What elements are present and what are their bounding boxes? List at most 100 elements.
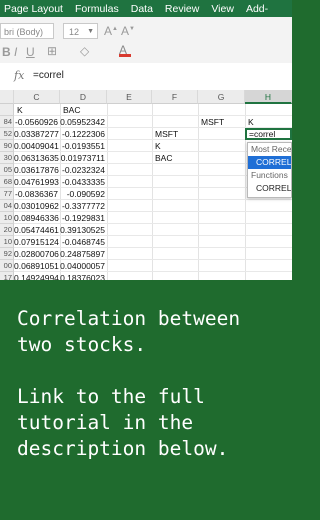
cell-f[interactable]: K (152, 140, 198, 152)
row-header[interactable]: 00 (0, 260, 14, 272)
cell-h[interactable]: K (245, 116, 292, 128)
row-header[interactable]: 10 (0, 212, 14, 224)
cell-g[interactable] (198, 164, 245, 176)
cell-d[interactable]: 0.39130525 (60, 224, 107, 236)
cell-c[interactable]: 0.05474461 (14, 224, 60, 236)
tab-review[interactable]: Review (165, 3, 199, 15)
cell-h[interactable] (245, 260, 292, 272)
cell-d[interactable]: BAC (60, 104, 107, 116)
column-header-f[interactable]: F (152, 90, 198, 104)
column-header-d[interactable]: D (60, 90, 107, 104)
cell-d[interactable]: -0.090592 (60, 188, 107, 200)
cell-e[interactable] (107, 248, 152, 260)
cell-f[interactable] (152, 212, 198, 224)
cell-c[interactable]: 0.03617876 (14, 164, 60, 176)
cell-g[interactable] (198, 188, 245, 200)
cell-f[interactable]: MSFT (152, 128, 198, 140)
cell-g[interactable] (198, 152, 245, 164)
italic-icon[interactable]: I (14, 45, 17, 59)
tab-view[interactable]: View (211, 3, 234, 15)
tab-add-ins[interactable]: Add- (246, 3, 268, 15)
cell-c[interactable]: -0.0836367 (14, 188, 60, 200)
cell-c[interactable]: 0.03010962 (14, 200, 60, 212)
cell-e[interactable] (107, 236, 152, 248)
font-color-icon[interactable]: A (119, 43, 131, 57)
cell-g[interactable] (198, 212, 245, 224)
row-header[interactable]: 84 (0, 116, 14, 128)
cell-d[interactable]: -0.0232324 (60, 164, 107, 176)
row-header[interactable]: 10 (0, 236, 14, 248)
cell-f[interactable] (152, 164, 198, 176)
column-header-c[interactable]: C (14, 90, 60, 104)
cell-g[interactable]: MSFT (198, 116, 245, 128)
cell-d[interactable]: -0.1929831 (60, 212, 107, 224)
column-header-g[interactable]: G (198, 90, 245, 104)
cell-c[interactable]: 0.04761993 (14, 176, 60, 188)
cell-c[interactable]: 0.00409041 (14, 140, 60, 152)
cell-d[interactable]: -0.1222306 (60, 128, 107, 140)
cell-c[interactable]: -0.0560926 (14, 116, 60, 128)
underline-icon[interactable]: U (26, 45, 35, 59)
cell-h[interactable] (245, 224, 292, 236)
cell-c[interactable]: 0.02800706 (14, 248, 60, 260)
cell-h[interactable] (245, 212, 292, 224)
cell-g[interactable] (198, 236, 245, 248)
cell-e[interactable] (107, 116, 152, 128)
cell-e[interactable] (107, 272, 152, 280)
row-header[interactable]: 77 (0, 188, 14, 200)
cell-c[interactable]: 0.07915124 (14, 236, 60, 248)
row-header[interactable]: 92 (0, 248, 14, 260)
cell-c[interactable]: 0.08946336 (14, 212, 60, 224)
increase-font-icon[interactable]: A▲ (104, 24, 118, 38)
tab-data[interactable]: Data (131, 3, 153, 15)
autocomplete-item-correl[interactable]: CORREL (248, 182, 291, 195)
cell-e[interactable] (107, 200, 152, 212)
row-header[interactable]: 04 (0, 200, 14, 212)
cell-e[interactable] (107, 128, 152, 140)
cell-d[interactable]: 0.01973711 (60, 152, 107, 164)
row-header[interactable]: 05 (0, 164, 14, 176)
cell-f[interactable] (152, 188, 198, 200)
column-header-h[interactable]: H (245, 90, 292, 104)
cell-e[interactable] (107, 164, 152, 176)
bold-icon[interactable]: B (2, 45, 11, 59)
cell-g[interactable] (198, 176, 245, 188)
row-header[interactable]: 52 (0, 128, 14, 140)
cell-d[interactable]: -0.0468745 (60, 236, 107, 248)
active-cell-h[interactable]: =correl (245, 128, 292, 140)
cell-g[interactable] (198, 104, 245, 116)
tab-formulas[interactable]: Formulas (75, 3, 119, 15)
decrease-font-icon[interactable]: A▼ (121, 24, 135, 38)
cell-c[interactable]: 0.06891051 (14, 260, 60, 272)
cell-c[interactable]: 0.03387277 (14, 128, 60, 140)
column-header-e[interactable]: E (107, 90, 152, 104)
cell-d[interactable]: -0.0193551 (60, 140, 107, 152)
cell-e[interactable] (107, 152, 152, 164)
font-name-select[interactable]: bri (Body) (0, 23, 54, 39)
cell-f[interactable] (152, 116, 198, 128)
tab-page-layout[interactable]: Page Layout (4, 3, 63, 15)
cell-g[interactable] (198, 248, 245, 260)
cell-g[interactable] (198, 140, 245, 152)
cell-d[interactable]: 0.05952342 (60, 116, 107, 128)
row-header[interactable]: 30 (0, 152, 14, 164)
cell-h[interactable] (245, 200, 292, 212)
cell-d[interactable]: 0.18376023 (60, 272, 107, 280)
formula-input[interactable]: =correl (33, 70, 64, 81)
cell-e[interactable] (107, 140, 152, 152)
row-header[interactable]: 68 (0, 176, 14, 188)
cell-h[interactable] (245, 248, 292, 260)
cell-c[interactable]: 0.14924994 (14, 272, 60, 280)
cell-h[interactable] (245, 236, 292, 248)
cell-g[interactable] (198, 260, 245, 272)
row-header[interactable]: 90 (0, 140, 14, 152)
cell-f[interactable] (152, 176, 198, 188)
cell-d[interactable]: -0.3377772 (60, 200, 107, 212)
cell-f[interactable] (152, 104, 198, 116)
cell-d[interactable]: 0.24875897 (60, 248, 107, 260)
cell-e[interactable] (107, 212, 152, 224)
cell-f[interactable] (152, 272, 198, 280)
cell-f[interactable] (152, 200, 198, 212)
cell-f[interactable]: BAC (152, 152, 198, 164)
cell-g[interactable] (198, 128, 245, 140)
